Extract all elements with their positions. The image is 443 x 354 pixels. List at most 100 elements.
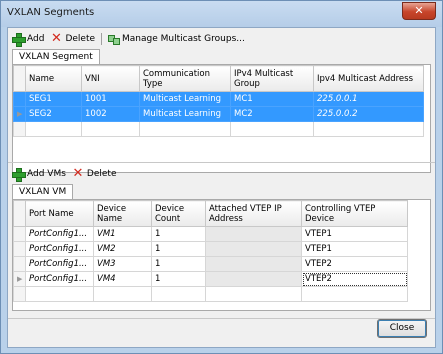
delete-segment-button[interactable]: ✕ Delete	[50, 31, 96, 46]
dialog-body: Add ✕ Delete Manage Multicast Groups... …	[7, 27, 436, 348]
table-row[interactable]: PortConfig1... VM1 1 VTEP1	[13, 226, 408, 242]
segments-header-row: Name VNI Communication Type IPv4 Multica…	[13, 65, 424, 92]
cell-device-count[interactable]: 1	[151, 241, 206, 257]
column-header-controlling-vtep[interactable]: Controlling VTEP Device	[301, 200, 408, 227]
footer-divider	[8, 318, 435, 319]
cell-empty[interactable]	[25, 286, 94, 302]
table-row-empty[interactable]	[13, 121, 424, 137]
column-header-port-name[interactable]: Port Name	[25, 200, 94, 227]
add-vms-button[interactable]: Add VMs	[12, 168, 66, 182]
vm-toolbar: Add VMs ✕ Delete	[12, 166, 122, 182]
window-close-icon[interactable]: ✕	[402, 2, 436, 20]
delete-vm-label: Delete	[86, 169, 117, 179]
cell-vni[interactable]: 1002	[81, 106, 140, 122]
cell-device-count[interactable]: 1	[151, 271, 206, 287]
table-row[interactable]: SEG1 1001 Multicast Learning MC1 225.0.0…	[13, 91, 424, 107]
cell-device-count[interactable]: 1	[151, 226, 206, 242]
segments-table: Name VNI Communication Type IPv4 Multica…	[13, 65, 424, 137]
column-header-attached-vtep-ip[interactable]: Attached VTEP IP Address	[205, 200, 302, 227]
column-header-ipv4-multicast-address[interactable]: Ipv4 Multicast Address	[313, 65, 424, 92]
column-header-communication-type[interactable]: Communication Type	[139, 65, 231, 92]
title-bar: VXLAN Segments ✕	[1, 1, 442, 27]
cell-attached-vtep-ip[interactable]	[205, 256, 302, 272]
column-header-device-name[interactable]: Device Name	[93, 200, 152, 227]
cell-empty[interactable]	[93, 286, 152, 302]
table-row[interactable]: ▶ PortConfig1... VM4 1 VTEP2	[13, 271, 408, 287]
vm-header-row: Port Name Device Name Device Count Attac…	[13, 200, 408, 227]
row-header[interactable]	[13, 91, 26, 107]
cell-empty[interactable]	[230, 121, 314, 137]
section-divider	[8, 162, 435, 163]
multicast-icon	[107, 33, 121, 45]
cell-multicast-group[interactable]: MC2	[230, 106, 314, 122]
cell-port-name[interactable]: PortConfig1...	[25, 226, 94, 242]
cell-empty[interactable]	[81, 121, 140, 137]
segments-panel: Name VNI Communication Type IPv4 Multica…	[12, 64, 431, 173]
cell-port-name[interactable]: PortConfig1...	[25, 241, 94, 257]
vxlan-segments-window: VXLAN Segments ✕ Add ✕ Delete Manage Mul…	[0, 0, 443, 354]
tab-vxlan-segment-label: VXLAN Segment	[19, 52, 93, 62]
cell-attached-vtep-ip[interactable]	[205, 226, 302, 242]
cell-empty[interactable]	[139, 121, 231, 137]
delete-vm-button[interactable]: ✕ Delete	[72, 166, 117, 181]
row-pointer-icon[interactable]: ▶	[13, 106, 26, 122]
cell-communication-type[interactable]: Multicast Learning	[139, 106, 231, 122]
plus-icon	[12, 168, 26, 182]
cell-controlling-vtep[interactable]: VTEP1	[301, 241, 408, 257]
cell-empty[interactable]	[205, 286, 302, 302]
row-header[interactable]	[13, 256, 26, 272]
cell-attached-vtep-ip[interactable]	[205, 271, 302, 287]
cell-multicast-address[interactable]: 225.0.0.1	[313, 91, 424, 107]
column-header-vni[interactable]: VNI	[81, 65, 140, 92]
row-pointer-icon[interactable]: ▶	[13, 271, 26, 287]
cell-name[interactable]: SEG1	[25, 91, 82, 107]
column-header-device-count[interactable]: Device Count	[151, 200, 206, 227]
tab-vxlan-vm[interactable]: VXLAN VM	[12, 184, 74, 200]
cell-device-name[interactable]: VM3	[93, 256, 152, 272]
cell-device-name[interactable]: VM1	[93, 226, 152, 242]
cell-controlling-vtep[interactable]: VTEP1	[301, 226, 408, 242]
x-icon: ✕	[72, 166, 84, 181]
cell-port-name[interactable]: PortConfig1...	[25, 271, 94, 287]
window-title: VXLAN Segments	[7, 7, 95, 18]
table-row[interactable]: ▶ SEG2 1002 Multicast Learning MC2 225.0…	[13, 106, 424, 122]
cell-device-name[interactable]: VM4	[93, 271, 152, 287]
add-segment-button[interactable]: Add	[12, 33, 45, 47]
cell-device-name[interactable]: VM2	[93, 241, 152, 257]
tab-vxlan-vm-label: VXLAN VM	[19, 187, 67, 197]
toolbar-separator	[101, 33, 103, 45]
cell-multicast-address[interactable]: 225.0.0.2	[313, 106, 424, 122]
cell-controlling-vtep[interactable]: VTEP2	[301, 271, 408, 287]
cell-port-name[interactable]: PortConfig1...	[25, 256, 94, 272]
column-header-name[interactable]: Name	[25, 65, 82, 92]
cell-empty[interactable]	[151, 286, 206, 302]
row-header[interactable]	[13, 121, 26, 137]
row-header[interactable]	[13, 226, 26, 242]
table-row-empty[interactable]	[13, 286, 408, 302]
cell-controlling-vtep[interactable]: VTEP2	[301, 256, 408, 272]
column-header-ipv4-multicast-group[interactable]: IPv4 Multicast Group	[230, 65, 314, 92]
plus-icon	[12, 33, 26, 47]
tab-vxlan-segment[interactable]: VXLAN Segment	[12, 49, 100, 65]
delete-segment-label: Delete	[65, 34, 96, 44]
cell-multicast-group[interactable]: MC1	[230, 91, 314, 107]
manage-multicast-label: Manage Multicast Groups...	[122, 34, 245, 44]
cell-communication-type[interactable]: Multicast Learning	[139, 91, 231, 107]
add-segment-label: Add	[27, 34, 45, 44]
cell-empty[interactable]	[313, 121, 424, 137]
row-header[interactable]	[13, 241, 26, 257]
segments-toolbar: Add ✕ Delete Manage Multicast Groups...	[12, 31, 251, 47]
cell-empty[interactable]	[301, 286, 408, 302]
cell-name[interactable]: SEG2	[25, 106, 82, 122]
table-row[interactable]: PortConfig1... VM2 1 VTEP1	[13, 241, 408, 257]
cell-attached-vtep-ip[interactable]	[205, 241, 302, 257]
cell-vni[interactable]: 1001	[81, 91, 140, 107]
table-row[interactable]: PortConfig1... VM3 1 VTEP2	[13, 256, 408, 272]
row-header[interactable]	[13, 286, 26, 302]
cell-device-count[interactable]: 1	[151, 256, 206, 272]
manage-multicast-groups-button[interactable]: Manage Multicast Groups...	[107, 33, 245, 45]
close-button[interactable]: Close	[377, 319, 427, 338]
row-header-corner	[13, 65, 26, 92]
x-icon: ✕	[50, 31, 62, 46]
cell-empty[interactable]	[25, 121, 82, 137]
